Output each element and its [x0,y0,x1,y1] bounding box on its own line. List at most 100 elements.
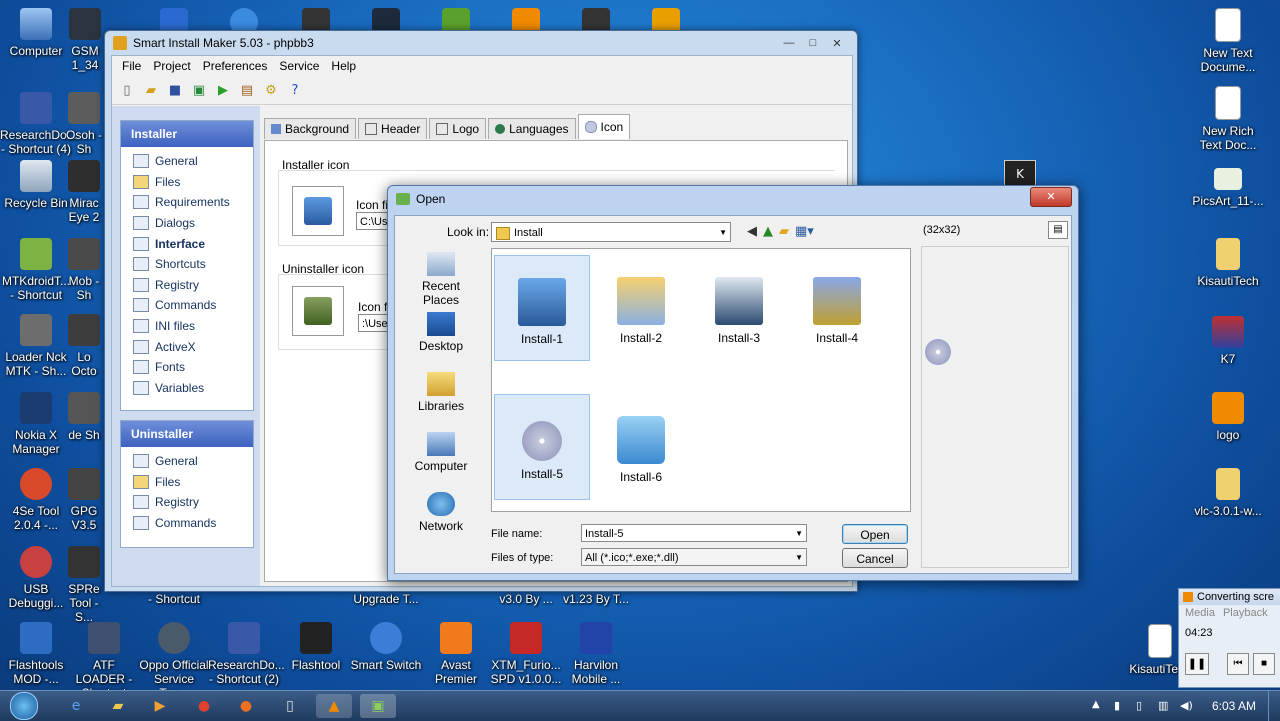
place-network[interactable]: Network [403,492,479,548]
nav-uninstaller-files[interactable]: Files [121,472,253,493]
pause-button[interactable]: ❚❚ [1185,653,1209,675]
desktop-icon-de[interactable]: de Sh [64,392,104,442]
place-computer[interactable]: Computer [403,432,479,488]
desktop-icon-lo[interactable]: Lo Octo [64,314,104,378]
tab-icon[interactable]: Icon [577,114,631,139]
file-item[interactable]: Install-3 [692,255,786,359]
file-type-select[interactable]: All (*.ico;*.exe;*.dll) ▼ [581,548,807,566]
run-icon[interactable]: ▶ [214,81,232,99]
installer-icon-preview[interactable] [292,186,344,236]
volume-icon[interactable]: ◀) [1180,699,1193,712]
menu-media[interactable]: Media [1185,607,1215,619]
look-in-combo[interactable]: Install ▼ [491,222,731,242]
internet-explorer-icon[interactable]: e [58,694,94,718]
network-icon[interactable]: ▥ [1158,699,1168,712]
desktop-icon-avast[interactable]: Avast Premier [420,622,492,686]
desktop-icon-nokia[interactable]: Nokia X Manager [0,392,72,456]
uninstaller-icon-preview[interactable] [292,286,344,336]
nav-installer-variables[interactable]: Variables [121,378,253,399]
desktop-icon-smart-switch[interactable]: Smart Switch [350,622,422,672]
desktop-icon-flashtools-mod[interactable]: Flashtools MOD -... [0,622,72,686]
usb-icon[interactable]: ▮ [1114,699,1120,712]
nav-installer-activex[interactable]: ActiveX [121,336,253,357]
place-desktop[interactable]: Desktop [403,312,479,368]
nav-installer-registry[interactable]: Registry [121,275,253,296]
nav-installer-interface[interactable]: Interface [121,233,253,254]
desktop-icon-new-text[interactable]: New Text Docume... [1192,8,1264,74]
menu-playback[interactable]: Playback [1223,607,1268,619]
desktop-icon-mtkdroid[interactable]: MTKdroidT... - Shortcut [0,238,72,302]
menu-help[interactable]: Help [325,59,362,73]
desktop-icon-mob[interactable]: Mob - Sh [64,238,104,302]
tab-logo[interactable]: Logo [429,118,487,139]
nav-installer-shortcuts[interactable]: Shortcuts [121,254,253,275]
settings-icon[interactable]: ⚙ [262,81,280,99]
show-desktop-button[interactable] [1268,691,1280,721]
firefox-icon[interactable]: ● [228,694,264,718]
desktop-icon-new-rich[interactable]: New Rich Text Doc... [1192,86,1264,152]
desktop-icon-vlc[interactable]: vlc-3.0.1-w... [1192,468,1264,518]
close-button[interactable]: ✕ [1030,187,1072,207]
previous-button[interactable]: ⏮ [1227,653,1249,675]
file-item[interactable]: Install-5 [494,394,590,500]
desktop-icon-4se[interactable]: 4Se Tool 2.0.4 -... [0,468,72,532]
desktop-icon-flashtool[interactable]: Flashtool [280,622,352,672]
place-recent[interactable]: Recent Places [403,252,479,308]
desktop-icon-atf-loader[interactable]: ATF LOADER - Shortcut [68,622,140,700]
nav-installer-general[interactable]: General [121,151,253,172]
build-icon[interactable]: ▣ [190,81,208,99]
nav-installer-dialogs[interactable]: Dialogs [121,213,253,234]
desktop-icon-mirac[interactable]: Mirac Eye 2 [64,160,104,224]
back-icon[interactable]: ◀ [747,224,757,239]
desktop-icon-gpg[interactable]: GPG V3.5 [64,468,104,532]
tray-chevron-icon[interactable]: ▲ [1092,699,1100,710]
desktop-icon-harvilon[interactable]: Harvilon Mobile ... [560,622,632,686]
nav-uninstaller-registry[interactable]: Registry [121,492,253,513]
desktop-icon-osoh[interactable]: Osoh - Sh [64,92,104,156]
desktop-icon-oppo[interactable]: Oppo Official Service Too... [138,622,210,700]
menu-service[interactable]: Service [273,59,325,73]
new-folder-icon[interactable]: ▰ [779,224,789,239]
help-icon[interactable]: ? [286,81,304,99]
nav-installer-fonts[interactable]: Fonts [121,357,253,378]
nav-installer-files[interactable]: Files [121,172,253,193]
file-item[interactable]: Install-6 [594,394,688,498]
open-button[interactable]: Open [842,524,908,544]
up-folder-icon[interactable]: ▲ [763,224,773,239]
nav-uninstaller-general[interactable]: General [121,451,253,472]
view-menu-icon[interactable]: ▦▾ [795,224,814,239]
folder-icon[interactable]: ▰ [100,694,136,718]
save-icon[interactable]: ■ [166,81,184,99]
desktop-icon-logo[interactable]: logo [1192,392,1264,442]
desktop-icon-recycle-bin[interactable]: Recycle Bin [0,160,72,210]
desktop-icon-xtm[interactable]: XTM_Furio... SPD v1.0.0... [490,622,562,686]
nav-installer-ini-files[interactable]: INI files [121,316,253,337]
tab-background[interactable]: Background [264,118,357,139]
file-item[interactable]: Install-2 [594,255,688,359]
preview-icon[interactable]: ▤ [1048,221,1068,239]
battery-icon[interactable]: ▯ [1136,699,1142,712]
desktop-icon-gsm[interactable]: GSM 1_34 [60,8,110,72]
nav-uninstaller-commands[interactable]: Commands [121,513,253,534]
open-folder-icon[interactable]: ▰ [142,81,160,99]
tab-languages[interactable]: Languages [488,118,576,139]
app-icon[interactable]: K [1004,160,1036,188]
desktop-icon-researchdo2[interactable]: ResearchDo... - Shortcut (2) [208,622,285,686]
package-icon[interactable]: ▤ [238,81,256,99]
media-player-icon[interactable]: ▶ [142,694,178,718]
clock[interactable]: 6:03 AM [1212,699,1256,713]
close-button[interactable]: ✕ [825,35,849,51]
nav-installer-requirements[interactable]: Requirements [121,192,253,213]
stop-button[interactable]: ■ [1253,653,1275,675]
maximize-button[interactable]: □ [801,35,825,51]
notepad-icon[interactable]: ▯ [272,694,308,718]
menu-project[interactable]: Project [147,59,196,73]
desktop-icon-usb[interactable]: USB Debuggi... [0,546,72,610]
app-icon[interactable]: ▣ [360,694,396,718]
desktop-icon-loader-nck[interactable]: Loader Nck MTK - Sh... [0,314,72,378]
cancel-button[interactable]: Cancel [842,548,908,568]
file-item[interactable]: Install-1 [494,255,590,361]
tab-header[interactable]: Header [358,118,428,139]
start-button[interactable] [4,691,44,721]
place-libraries[interactable]: Libraries [403,372,479,428]
